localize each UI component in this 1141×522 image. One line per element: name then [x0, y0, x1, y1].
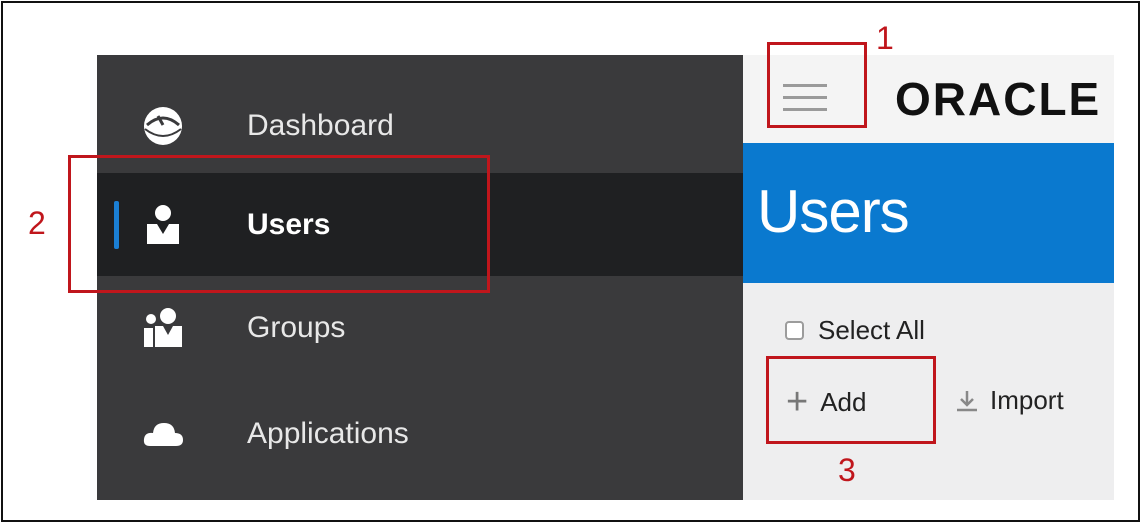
import-icon: [957, 390, 977, 411]
callout-number-3: 3: [838, 452, 856, 488]
sidebar-item-label: Applications: [247, 416, 409, 450]
page-title: Users: [757, 178, 910, 245]
callout-box-2: [68, 155, 490, 293]
checkbox[interactable]: [785, 321, 804, 340]
sidebar-item-label: Groups: [247, 310, 346, 344]
callout-number-1: 1: [876, 20, 894, 56]
select-all-checkbox[interactable]: Select All: [785, 315, 925, 346]
callout-number-2: 2: [28, 205, 46, 241]
import-button[interactable]: Import: [954, 385, 1064, 416]
select-all-label: Select All: [818, 315, 925, 345]
callout-box-3: [766, 356, 936, 444]
sidebar-item-applications[interactable]: Applications: [97, 382, 743, 485]
sidebar-item-label: Dashboard: [247, 108, 394, 142]
dashboard-gauge-icon: [144, 106, 182, 145]
page-header: Users: [743, 143, 1114, 283]
import-label: Import: [990, 385, 1064, 415]
groups-icon: [144, 307, 182, 347]
callout-box-1: [767, 42, 867, 128]
oracle-logo: ORACLE: [895, 73, 1102, 125]
cloud-icon: [143, 422, 183, 446]
